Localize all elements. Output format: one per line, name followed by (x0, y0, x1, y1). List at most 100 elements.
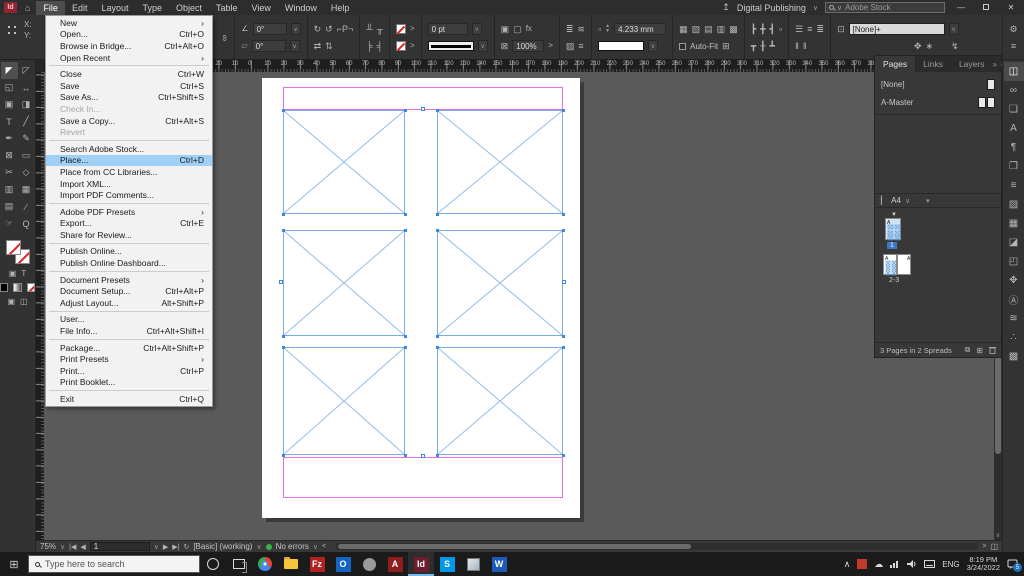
menu-item-package[interactable]: Package...Ctrl+Alt+Shift+P (46, 342, 212, 354)
volume-icon[interactable] (907, 560, 917, 568)
fit-proportional-icon[interactable]: ▩ (729, 24, 738, 34)
align-options-icon[interactable]: ▫ (779, 24, 782, 34)
align-panel-icon[interactable]: ≋ (1004, 309, 1024, 328)
hand-tool[interactable]: ☞ (1, 215, 18, 232)
formatting-container-icon[interactable]: ▣ (9, 269, 17, 278)
apply-gradient-button[interactable] (13, 283, 21, 292)
menu-item-open-recent[interactable]: Open Recent› (46, 52, 212, 64)
menubar-object[interactable]: Object (169, 1, 209, 15)
selection-handle[interactable] (562, 109, 565, 112)
home-icon[interactable]: ⌂ (25, 3, 30, 13)
placeholder-frame[interactable] (437, 347, 563, 455)
selection-handle[interactable] (436, 335, 439, 338)
character-styles-panel-icon[interactable]: A (1004, 119, 1024, 138)
menu-item-print-presets[interactable]: Print Presets› (46, 353, 212, 365)
content-placer-tool[interactable]: ◨ (18, 96, 35, 113)
stroke-dropdown-icon[interactable]: ˃ (410, 41, 415, 51)
selection-handle[interactable] (404, 335, 407, 338)
align-top2-icon[interactable]: ┳ (751, 41, 756, 51)
type-tool[interactable]: T (1, 113, 18, 130)
network-icon[interactable] (890, 560, 900, 568)
stroke-panel-icon[interactable]: ≡ (1004, 176, 1024, 195)
selection-handle[interactable] (282, 346, 285, 349)
selection-handle[interactable] (436, 109, 439, 112)
hscroll-right-arrow[interactable]: ˃ (982, 543, 986, 550)
menu-item-document-presets[interactable]: Document Presets› (46, 274, 212, 286)
scissors-tool[interactable]: ✂ (1, 164, 18, 181)
taskbar-app-indesign[interactable]: Id (408, 552, 434, 576)
corner-shape-icon[interactable]: ▢ (513, 24, 522, 34)
gradient-tool[interactable]: ▥ (1, 181, 18, 198)
fill-proxy-swatch[interactable] (6, 240, 21, 255)
align-bottom-icon[interactable]: ┻ (770, 41, 775, 51)
fill-swatch-none[interactable] (396, 24, 406, 34)
menu-item-save[interactable]: SaveCtrl+S (46, 80, 212, 92)
page-tool[interactable]: ◱ (1, 79, 18, 96)
corner-options-icon[interactable]: ▣ (501, 24, 510, 34)
shear-angle-field[interactable]: 0° (252, 40, 286, 52)
new-page-icon[interactable]: ⊞ (976, 346, 983, 355)
autofit-checkbox[interactable] (679, 43, 686, 50)
menubar-window[interactable]: Window (278, 1, 324, 15)
panel-menu-icon[interactable]: ≡ (1011, 41, 1016, 51)
page-2-thumbnail[interactable]: A (883, 254, 897, 275)
swatches-panel-icon[interactable]: ▦ (1004, 214, 1024, 233)
close-button[interactable]: ✕ (1002, 3, 1020, 12)
line-tool[interactable]: ╱ (18, 113, 35, 130)
align-left-icon[interactable]: ┣ (751, 24, 756, 34)
taskbar-app-chrome[interactable] (252, 552, 278, 576)
align-hcenter-icon[interactable]: ╋ (760, 24, 765, 34)
selection-handle[interactable] (404, 229, 407, 232)
center-content-icon[interactable]: ▥ (717, 24, 726, 34)
spread-view-icon[interactable]: ◫ (990, 542, 998, 551)
menubar-edit[interactable]: Edit (65, 1, 95, 15)
taskbar-app-app-grey[interactable] (356, 552, 382, 576)
selection-handle[interactable] (282, 335, 285, 338)
no-wrap-icon[interactable]: ≣ (566, 24, 574, 34)
flip-horizontal-icon[interactable]: ⇄ (314, 41, 322, 51)
document-page[interactable] (262, 78, 580, 518)
selection-handle[interactable] (436, 454, 439, 457)
reference-point-proxy[interactable] (6, 24, 19, 37)
taskbar-app-file-explorer[interactable] (278, 552, 304, 576)
pencil-tool[interactable]: ✎ (18, 130, 35, 147)
tray-chevron-icon[interactable]: ∧ (844, 559, 851, 570)
cortana-button[interactable] (200, 552, 226, 576)
menu-item-save-as[interactable]: Save As...Ctrl+Shift+S (46, 92, 212, 104)
fill-frame-icon[interactable]: ▦ (679, 24, 688, 34)
menu-item-new[interactable]: New› (46, 17, 212, 29)
content-collector-tool[interactable]: ▣ (1, 96, 18, 113)
touch-keyboard-icon[interactable] (924, 560, 935, 568)
distribute-right-icon[interactable]: ≣ (817, 24, 825, 34)
wrap-object-icon[interactable]: ▨ (566, 41, 575, 51)
constrain-proportions-icon[interactable]: ∞ (220, 34, 230, 40)
page-size-menu-icon[interactable]: ▾ (926, 197, 930, 205)
menu-item-file-info[interactable]: File Info...Ctrl+Alt+Shift+I (46, 325, 212, 337)
distribute-v-icon[interactable]: ╥ (377, 24, 383, 34)
selection-handle[interactable] (436, 213, 439, 216)
selection-tool[interactable]: ◤ (1, 62, 18, 79)
adobe-stock-search[interactable]: ∨ Adobe Stock (825, 2, 945, 13)
vscroll-down-arrow[interactable]: ∨ (994, 532, 1002, 539)
frame-fill-dropdown[interactable]: ∨ (648, 40, 658, 52)
flip-vertical-icon[interactable]: ⇅ (325, 41, 333, 51)
opacity-chevron[interactable]: ˃ (548, 41, 553, 51)
menu-item-export[interactable]: Export...Ctrl+E (46, 218, 212, 230)
glyphs-panel-icon[interactable]: Ⓐ (1004, 290, 1024, 309)
menu-item-print-booklet[interactable]: Print Booklet... (46, 377, 212, 389)
preflight-lightning-icon[interactable]: ↯ (951, 41, 959, 51)
menu-item-adobe-pdf-presets[interactable]: Adobe PDF Presets› (46, 206, 212, 218)
clear-overrides-icon[interactable]: ✥ (914, 41, 922, 51)
direct-selection-tool[interactable]: ◸ (18, 62, 35, 79)
selection-handle[interactable] (562, 346, 565, 349)
share-icon[interactable]: ↥ (722, 2, 730, 13)
stroke-weight-field[interactable]: 0 pt (428, 23, 468, 35)
taskbar-app-outlook[interactable]: O (330, 552, 356, 576)
fill-dropdown-icon[interactable]: ˃ (410, 24, 415, 34)
taskbar-app-word[interactable]: W (486, 552, 512, 576)
master-row-none[interactable]: [None] (875, 75, 1001, 93)
stroke-swatch-none[interactable] (396, 41, 406, 51)
menu-item-close[interactable]: CloseCtrl+W (46, 68, 212, 80)
error-chevron-icon[interactable]: ∨ (313, 543, 318, 551)
zoom-tool[interactable]: Q (18, 215, 35, 232)
